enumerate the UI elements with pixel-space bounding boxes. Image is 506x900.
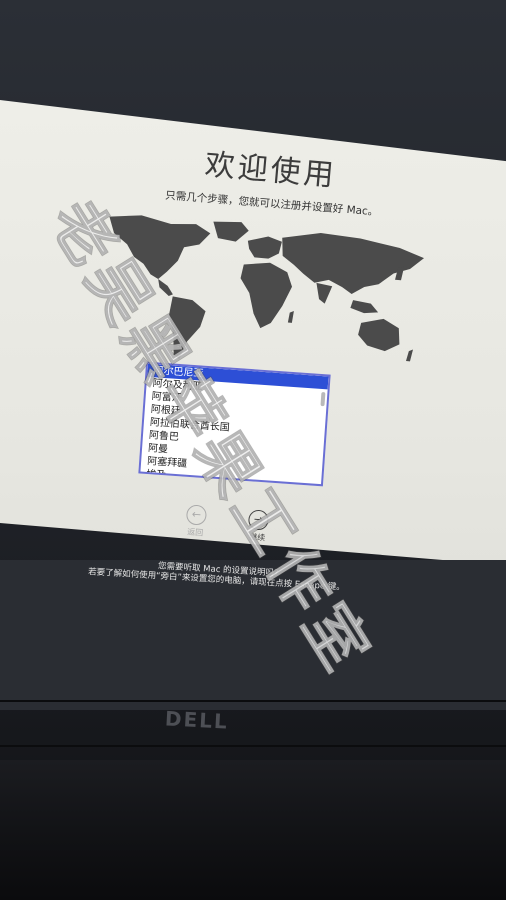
dell-logo: DELL [164,706,230,734]
asia-shape [282,233,425,294]
new-zealand-shape [405,349,414,362]
australia-shape [358,318,400,352]
north-america-shape [109,215,211,280]
india-shape [316,282,333,304]
bezel-edge [0,745,506,747]
southeast-asia-shape [350,300,379,314]
world-map-image [109,215,425,362]
greenland-shape [213,221,249,242]
madagascar-shape [287,311,294,323]
africa-shape [240,262,293,329]
arrow-left-icon: ← [185,504,208,526]
laptop-base [0,760,506,900]
south-america-shape [169,296,206,360]
back-button[interactable]: ← 返回 [175,504,217,540]
photo-of-laptop: 欢迎使用 只需几个步骤，您就可以注册并设置好 Mac。 阿尔巴尼亚 阿尔及利亚 … [0,0,506,900]
bezel-edge [0,700,506,702]
arrow-right-icon: → [247,509,270,531]
europe-shape [247,236,282,259]
country-list[interactable]: 阿尔巴尼亚 阿尔及利亚 阿富汗 阿根廷 阿拉伯联合酋长国 阿鲁巴 阿曼 阿塞拜疆… [138,361,331,487]
central-america-shape [158,279,173,297]
continue-button[interactable]: → 继续 [237,509,279,545]
